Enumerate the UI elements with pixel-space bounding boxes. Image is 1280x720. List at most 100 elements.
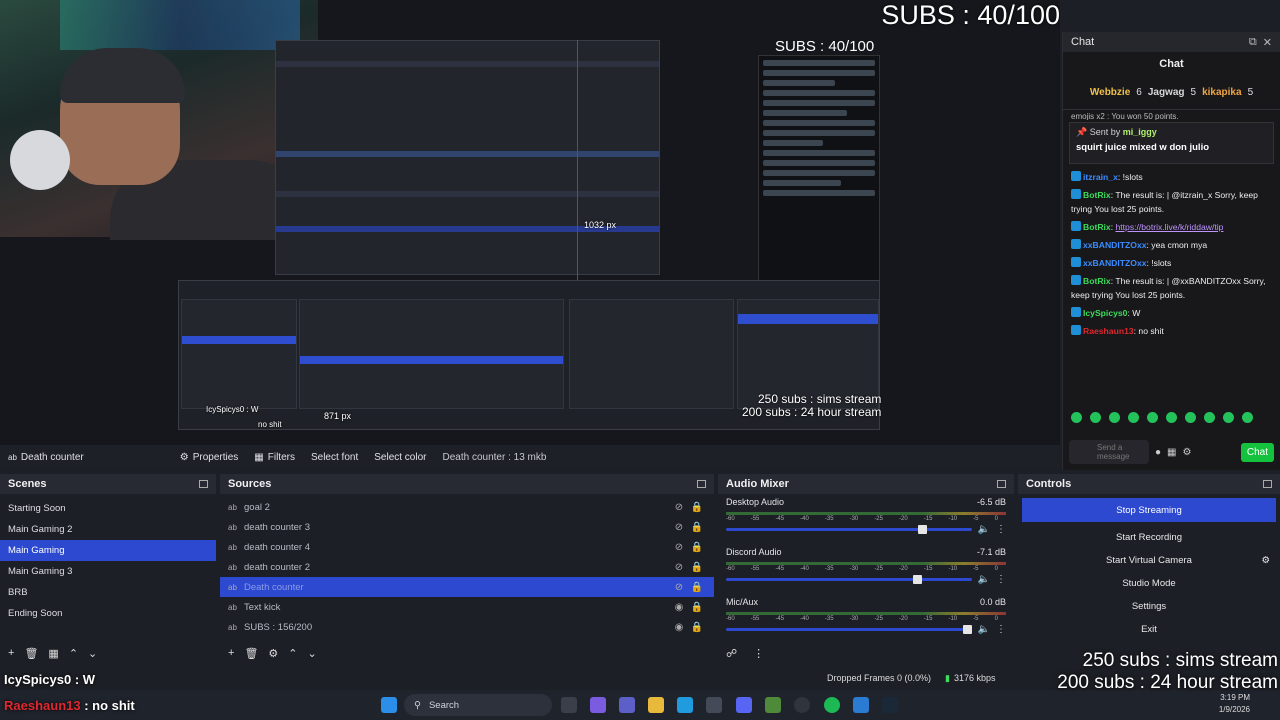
menu-dots-icon[interactable]: ⋮	[996, 624, 1006, 635]
leaderboard-first-user[interactable]: Webbzie	[1090, 87, 1130, 98]
gear-icon[interactable]: ⚙	[1183, 447, 1192, 458]
speaker-icon[interactable]: 🔈	[978, 574, 990, 585]
popout-icon[interactable]	[997, 480, 1006, 488]
filter-icon[interactable]: ▦	[48, 647, 58, 660]
close-icon[interactable]: ✕	[1263, 36, 1272, 49]
chat-username[interactable]: xxBANDITZOxx	[1083, 258, 1147, 268]
eye-slash-icon[interactable]: ⊘	[670, 542, 688, 553]
popout-icon[interactable]: ⧉	[1249, 36, 1257, 49]
menu-dots-icon[interactable]: ⋮	[753, 647, 764, 660]
volume-slider[interactable]	[726, 625, 972, 634]
eye-slash-icon[interactable]: ⊘	[670, 582, 688, 593]
start-recording-button[interactable]: Start Recording	[1022, 526, 1276, 548]
source-item[interactable]: ab death counter 4 ⊘ 🔒	[220, 537, 714, 557]
chat-username[interactable]: Raeshaun13	[1083, 326, 1134, 336]
eye-slash-icon[interactable]: ⊘	[670, 502, 688, 513]
trash-icon[interactable]: 🗑	[244, 647, 258, 660]
volume-slider-handle[interactable]	[913, 575, 923, 584]
emote-icon[interactable]	[1128, 412, 1139, 423]
filters-button[interactable]: ▦ Filters	[246, 445, 303, 469]
settings-button[interactable]: Settings	[1022, 595, 1276, 617]
chevron-down-icon[interactable]: ⌄	[88, 647, 97, 660]
chevron-up-icon[interactable]: ⌃	[288, 647, 297, 660]
properties-button[interactable]: ⚙ Properties	[172, 445, 247, 469]
teams-icon[interactable]	[619, 697, 635, 713]
source-item[interactable]: ab Text kick ◉ 🔒	[220, 597, 714, 617]
popout-icon[interactable]	[697, 480, 706, 488]
trash-icon[interactable]: 🗑	[24, 647, 38, 660]
menu-dots-icon[interactable]: ⋮	[996, 524, 1006, 535]
file-explorer-icon[interactable]	[648, 697, 664, 713]
store-icon[interactable]	[706, 697, 722, 713]
gear-icon[interactable]: ⚙	[1261, 555, 1270, 566]
eye-slash-icon[interactable]: ⊘	[670, 562, 688, 573]
emote-bar[interactable]	[1071, 412, 1253, 423]
select-color-button[interactable]: Select color	[366, 445, 434, 469]
scene-item[interactable]: Ending Soon	[0, 603, 216, 624]
lock-icon[interactable]: 🔒	[688, 522, 706, 533]
chevron-down-icon[interactable]: ⌄	[308, 647, 317, 660]
source-item[interactable]: ab goal 2 ⊘ 🔒	[220, 497, 714, 517]
leaderboard-second-user[interactable]: Jagwag	[1148, 87, 1185, 98]
select-font-button[interactable]: Select font	[303, 445, 366, 469]
stream-preview[interactable]: SUBS : 40/100 1032 px 250 subs : sims st…	[0, 0, 1060, 445]
chat-username[interactable]: BotRix	[1083, 190, 1111, 200]
scene-item[interactable]: Main Gaming 2	[0, 519, 216, 540]
source-item[interactable]: ab SUBS : 156/200 ◉ 🔒	[220, 617, 714, 637]
chat-message-input[interactable]: Send a message	[1069, 440, 1149, 464]
emoji-icon[interactable]: ●	[1155, 447, 1161, 458]
chat-link[interactable]: https://botrix.live/k/riddaw/tip	[1115, 222, 1223, 232]
chat-username[interactable]: BotRix	[1083, 222, 1111, 232]
chat-username[interactable]: itzrain_x	[1083, 172, 1118, 182]
spotify-icon[interactable]	[824, 697, 840, 713]
scene-item[interactable]: Starting Soon	[0, 498, 216, 519]
volume-slider-handle[interactable]	[918, 525, 928, 534]
lock-icon[interactable]: 🔒	[688, 562, 706, 573]
emote-icon[interactable]	[1185, 412, 1196, 423]
chat-message-list[interactable]: itzrain_x: !slots BotRix: The result is: …	[1063, 168, 1280, 340]
add-icon[interactable]: +	[8, 647, 14, 659]
chat-username[interactable]: IcySpicys0	[1083, 308, 1127, 318]
emote-icon[interactable]	[1147, 412, 1158, 423]
scene-item[interactable]: Main Gaming	[0, 540, 216, 561]
system-tray[interactable]: 3:19 PM 1/9/2026	[1219, 692, 1250, 716]
volume-slider[interactable]	[726, 575, 972, 584]
emote-icon[interactable]	[1223, 412, 1234, 423]
store-icon[interactable]: ▦	[1167, 447, 1176, 458]
steam-icon[interactable]	[882, 697, 898, 713]
source-item[interactable]: ab death counter 2 ⊘ 🔒	[220, 557, 714, 577]
scene-item[interactable]: Main Gaming 3	[0, 561, 216, 582]
emote-icon[interactable]	[1242, 412, 1253, 423]
edge-icon[interactable]	[677, 697, 693, 713]
taskbar-search[interactable]: ⚲ Search	[404, 694, 552, 716]
photos-icon[interactable]	[853, 697, 869, 713]
obs-icon[interactable]	[794, 697, 810, 713]
emote-icon[interactable]	[1109, 412, 1120, 423]
volume-slider[interactable]	[726, 525, 972, 534]
chat-username[interactable]: BotRix	[1083, 276, 1111, 286]
windows-start-icon[interactable]	[381, 697, 397, 713]
copilot-icon[interactable]	[590, 697, 606, 713]
speaker-icon[interactable]: 🔈	[978, 624, 990, 635]
scene-item[interactable]: BRB	[0, 582, 216, 603]
stop-streaming-button[interactable]: Stop Streaming	[1022, 498, 1276, 522]
chat-leaderboard[interactable]: Webbzie 6 Jagwag 5 kikapika 5	[1063, 76, 1280, 110]
pinned-sent-by-user[interactable]: mi_iggy	[1123, 127, 1157, 137]
start-virtual-camera-button[interactable]: Start Virtual Camera ⚙	[1022, 549, 1276, 571]
popout-icon[interactable]	[199, 480, 208, 488]
lock-icon[interactable]: 🔒	[688, 622, 706, 633]
chat-send-button[interactable]: Chat	[1240, 442, 1274, 462]
pin-icon[interactable]: 📌	[1076, 127, 1087, 137]
task-view-icon[interactable]	[561, 697, 577, 713]
chat-username[interactable]: xxBANDITZOxx	[1083, 240, 1147, 250]
popout-icon[interactable]	[1263, 480, 1272, 488]
source-item[interactable]: ab Death counter ⊘ 🔒	[220, 577, 714, 597]
source-item[interactable]: ab death counter 3 ⊘ 🔒	[220, 517, 714, 537]
emote-icon[interactable]	[1090, 412, 1101, 423]
studio-mode-button[interactable]: Studio Mode	[1022, 572, 1276, 594]
eye-icon[interactable]: ◉	[670, 622, 688, 633]
emote-icon[interactable]	[1166, 412, 1177, 423]
leaderboard-third-user[interactable]: kikapika	[1202, 87, 1241, 98]
speaker-icon[interactable]: 🔈	[978, 524, 990, 535]
lock-icon[interactable]: 🔒	[688, 542, 706, 553]
